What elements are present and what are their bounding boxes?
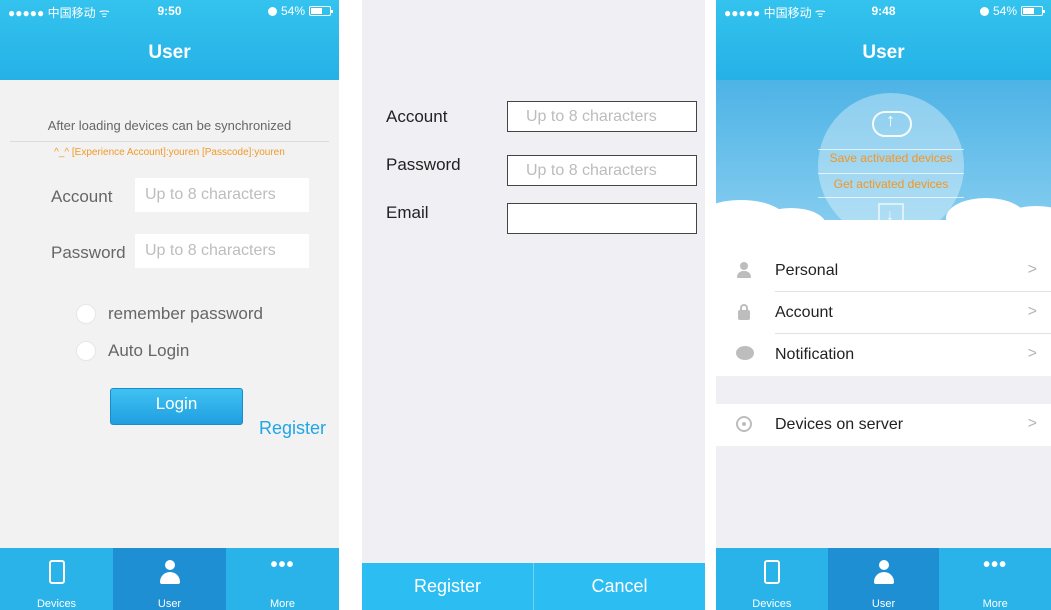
register-link[interactable]: Register xyxy=(259,418,326,439)
tab-label: More xyxy=(982,598,1008,610)
tab-user[interactable]: User xyxy=(827,548,940,610)
chevron-right-icon: > xyxy=(1027,261,1037,278)
chevron-right-icon: > xyxy=(1027,415,1037,432)
list-item-label: Devices on server xyxy=(775,416,904,433)
status-bar: ●●●●● 中国移动 ᯤ 9:50 54% xyxy=(0,0,339,22)
sync-circle: Save activated devices Get activated dev… xyxy=(818,93,964,239)
experience-account-hint: ^_^ [Experience Account]:youren [Passcod… xyxy=(54,147,285,158)
battery-indicator: 54% xyxy=(979,4,1045,18)
login-button[interactable]: Login xyxy=(110,388,243,425)
more-dots-icon: ••• xyxy=(270,554,295,576)
tab-devices[interactable]: Devices xyxy=(716,548,828,610)
settings-list: Personal > Account > Notification > xyxy=(716,250,1051,376)
list-item-account[interactable]: Account > xyxy=(716,292,1051,334)
tab-label: User xyxy=(157,598,182,610)
download-icon xyxy=(878,203,904,233)
alarm-icon xyxy=(267,6,277,16)
cloud-upload-icon xyxy=(872,110,912,137)
divider xyxy=(818,173,964,174)
login-screen: ●●●●● 中国移动 ᯤ 9:50 54% User After loading… xyxy=(0,0,339,610)
email-input[interactable] xyxy=(507,203,697,234)
battery-icon xyxy=(309,6,333,16)
list-item-label: Notification xyxy=(775,346,855,363)
get-activated-devices-button[interactable]: Get activated devices xyxy=(818,177,964,191)
action-bar: Register Cancel xyxy=(362,563,705,610)
nav-bar: ●●●●● 中国移动 ᯤ 9:48 54% User xyxy=(716,0,1051,80)
battery-percent: 54% xyxy=(280,4,305,18)
chevron-right-icon: > xyxy=(1027,345,1037,362)
list-item-devices-on-server[interactable]: Devices on server > xyxy=(716,404,1051,446)
account-label: Account xyxy=(51,187,113,206)
battery-percent: 54% xyxy=(992,4,1017,18)
account-label: Account xyxy=(386,107,448,126)
server-list: Devices on server > xyxy=(716,404,1051,446)
auto-login-option[interactable]: Auto Login xyxy=(76,341,189,361)
password-label: Password xyxy=(386,155,461,174)
list-item-label: Personal xyxy=(775,262,839,279)
status-bar: ●●●●● 中国移动 ᯤ 9:48 54% xyxy=(716,0,1051,22)
register-screen: Account Password Email Register Cancel xyxy=(362,0,705,610)
list-item-personal[interactable]: Personal > xyxy=(716,250,1051,292)
password-input[interactable] xyxy=(507,155,697,186)
signal-icon xyxy=(736,416,752,432)
person-icon xyxy=(736,262,752,278)
password-label: Password xyxy=(51,243,126,262)
user-icon xyxy=(159,560,181,584)
tab-label: User xyxy=(871,598,896,610)
remember-password-option[interactable]: remember password xyxy=(76,304,263,324)
email-label: Email xyxy=(386,203,429,222)
phone-icon xyxy=(763,560,780,584)
nav-bar: ●●●●● 中国移动 ᯤ 9:50 54% User xyxy=(0,0,339,80)
list-item-notification[interactable]: Notification > xyxy=(716,334,1051,376)
remember-password-label: remember password xyxy=(108,304,263,323)
chevron-right-icon: > xyxy=(1027,303,1037,320)
battery-indicator: 54% xyxy=(267,4,333,18)
divider xyxy=(818,149,964,150)
tab-label: More xyxy=(269,598,296,610)
chat-bubble-icon xyxy=(736,346,754,360)
auto-login-radio[interactable] xyxy=(76,341,96,361)
tab-bar: Devices User ••• More xyxy=(0,548,339,610)
sync-info-text: After loading devices can be synchronize… xyxy=(10,118,329,142)
tab-bar: Devices User ••• More xyxy=(716,548,1051,610)
tab-devices[interactable]: Devices xyxy=(0,548,113,610)
remember-password-radio[interactable] xyxy=(76,304,96,324)
auto-login-label: Auto Login xyxy=(108,341,190,360)
list-item-label: Account xyxy=(775,304,833,321)
page-title: User xyxy=(148,42,191,63)
lock-icon xyxy=(736,304,752,320)
page-title: User xyxy=(862,42,905,63)
tab-user[interactable]: User xyxy=(113,548,226,610)
tab-label: Devices xyxy=(752,598,792,610)
user-icon xyxy=(873,560,895,584)
user-menu-screen: ●●●●● 中国移动 ᯤ 9:48 54% User Save activate… xyxy=(716,0,1051,610)
battery-icon xyxy=(1021,6,1045,16)
tab-more[interactable]: ••• More xyxy=(226,548,339,610)
account-input[interactable] xyxy=(135,178,309,212)
phone-icon xyxy=(48,560,65,584)
password-input[interactable] xyxy=(135,234,309,268)
tab-label: Devices xyxy=(36,598,77,610)
more-dots-icon: ••• xyxy=(983,554,1008,576)
sync-banner: Save activated devices Get activated dev… xyxy=(716,80,1051,250)
register-button[interactable]: Register xyxy=(362,563,533,610)
divider xyxy=(818,197,964,198)
account-input[interactable] xyxy=(507,101,697,132)
cancel-button[interactable]: Cancel xyxy=(533,563,705,610)
tab-more[interactable]: ••• More xyxy=(939,548,1051,610)
alarm-icon xyxy=(979,6,989,16)
save-activated-devices-button[interactable]: Save activated devices xyxy=(818,151,964,165)
